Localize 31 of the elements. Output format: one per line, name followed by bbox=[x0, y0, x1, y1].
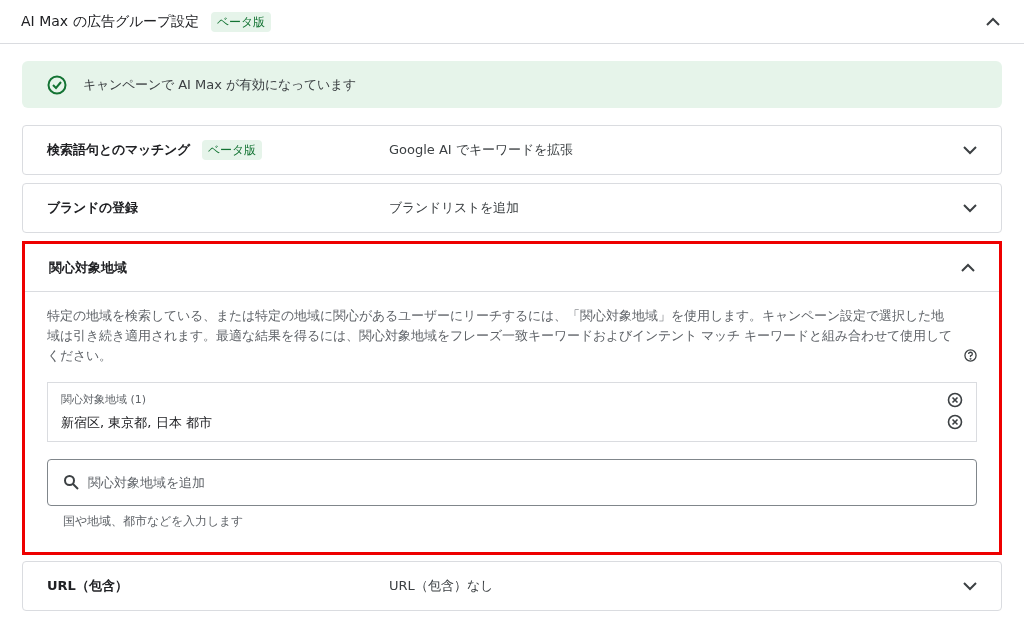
section-title: 検索語句とのマッチング bbox=[47, 141, 190, 160]
section-header[interactable]: 検索語句とのマッチング ベータ版 Google AI でキーワードを拡張 bbox=[23, 126, 1001, 174]
location-search-field[interactable]: 関心対象地域を追加 bbox=[47, 459, 977, 506]
location-value: 新宿区, 東京都, 日本 都市 bbox=[61, 413, 212, 432]
chevron-down-icon bbox=[963, 581, 977, 591]
remove-icon[interactable] bbox=[947, 392, 963, 409]
section-header[interactable]: 関心対象地域 bbox=[25, 244, 999, 292]
check-circle-icon bbox=[47, 74, 67, 95]
section-title: ブランドの登録 bbox=[47, 199, 138, 218]
section-title: 関心対象地域 bbox=[49, 258, 127, 277]
section-header[interactable]: URL（包含） URL（包含）なし bbox=[23, 562, 1001, 610]
chevron-up-icon bbox=[961, 263, 975, 272]
chevron-down-icon bbox=[963, 203, 977, 213]
header-title: AI Max の広告グループ設定 bbox=[21, 12, 199, 31]
section-description: 特定の地域を検索している、または特定の地域に関心があるユーザーにリーチするには、「関心対象地域」を使用します。キャンペーン設定で選択した地域は引き続き適用されます。最適な結果を得るには、関心対象地域をフレーズ一致キーワードおよびインテント マッチ キーワードと組み合わせて使用してください。 bbox=[47, 307, 953, 365]
section-summary: ブランドリストを追加 bbox=[389, 199, 519, 218]
chevron-down-icon bbox=[963, 145, 977, 155]
beta-badge: ベータ版 bbox=[210, 11, 271, 32]
help-icon[interactable] bbox=[964, 349, 977, 362]
beta-badge: ベータ版 bbox=[202, 140, 262, 160]
remove-icon[interactable] bbox=[947, 414, 963, 431]
section-header[interactable]: ブランドの登録 ブランドリストを追加 bbox=[23, 184, 1001, 232]
banner-text: キャンペーンで AI Max が有効になっています bbox=[83, 75, 356, 94]
selected-locations-label: 関心対象地域 (1) bbox=[61, 392, 147, 408]
search-hint: 国や地域、都市などを入力します bbox=[63, 513, 243, 530]
section-title: URL（包含） bbox=[47, 577, 128, 596]
settings-header[interactable]: AI Max の広告グループ設定 ベータ版 bbox=[0, 0, 1024, 44]
section-summary: URL（包含）なし bbox=[389, 577, 493, 596]
search-icon bbox=[63, 474, 79, 490]
chevron-up-icon bbox=[986, 17, 1000, 26]
section-summary: Google AI でキーワードを拡張 bbox=[389, 141, 573, 160]
